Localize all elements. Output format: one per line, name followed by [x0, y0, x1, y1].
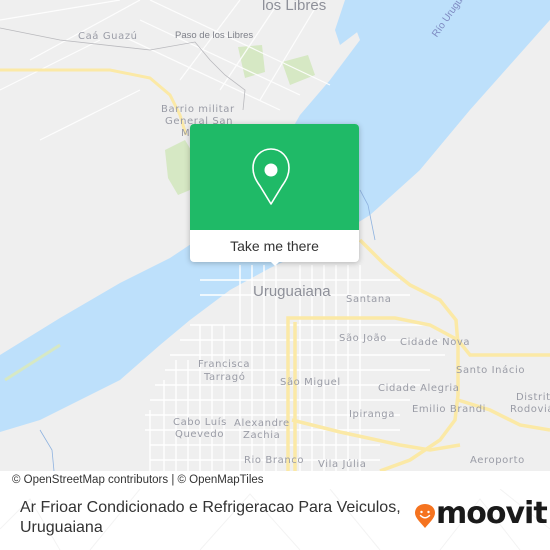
map-label-emilio-brandi: Emilio Brandi [412, 404, 487, 415]
map-label-sao-miguel: São Miguel [280, 377, 341, 388]
map-label-santana: Santana [346, 294, 392, 305]
road-highway [0, 68, 188, 136]
popup-header [190, 124, 359, 230]
map-label-uruguaiana: Uruguaiana [253, 283, 331, 300]
place-name: Ar Frioar Condicionado e Refrigeracao Pa… [20, 499, 401, 536]
map-canvas[interactable]: los Libres Caá Guazú Paso de los Libres … [0, 0, 550, 471]
map-label-los-libres: los Libres [262, 0, 327, 14]
map-label-francisca-tarrago-2: Tarragó [204, 372, 246, 383]
map-label-paso-de-los-libres: Paso de los Libres [175, 30, 254, 41]
map-label-cidade-nova: Cidade Nova [400, 337, 471, 348]
map-label-barrio-militar-3: M [181, 128, 191, 139]
popup-pointer [267, 258, 283, 266]
park [238, 45, 265, 78]
map-label-sao-joao: São João [339, 333, 387, 344]
map-label-distrito-rodoviaria-2: Rodoviá [510, 404, 550, 415]
map-label-rio-branco: Rio Branco [244, 455, 305, 466]
map-pin-icon [252, 148, 290, 205]
map-label-cabo-luis-quevedo-2: Quevedo [175, 429, 225, 440]
map-label-alexandre-zachia-2: Zachia [243, 430, 281, 441]
map-attribution[interactable]: © OpenStreetMap contributors | © OpenMap… [0, 471, 310, 489]
map-label-alexandre-zachia: Alexandre [234, 418, 290, 429]
location-popup: Take me there [190, 124, 359, 266]
map-label-santo-inacio: Santo Inácio [456, 365, 526, 376]
map-label-distrito-rodoviaria: Distrit [516, 392, 550, 403]
map-label-vila-julia: Vila Júlia [318, 459, 367, 470]
map-label-cidade-alegria: Cidade Alegria [378, 383, 460, 394]
creek [39, 429, 55, 471]
map-label-ipiranga: Ipiranga [349, 409, 395, 420]
moovit-wordmark: moovit [436, 496, 548, 531]
map-label-cabo-luis-quevedo: Cabo Luís [173, 417, 227, 428]
map-label-barrio-militar: Barrio militar [161, 104, 235, 115]
map-label-caa-guazu: Caá Guazú [78, 31, 138, 42]
map-label-francisca-tarrago: Francisca [198, 359, 251, 370]
footer: Ar Frioar Condicionado e Refrigeracao Pa… [0, 489, 550, 550]
moovit-smiley-pin-icon [415, 504, 435, 528]
map-label-aeroporto: Aeroporto [470, 455, 525, 466]
